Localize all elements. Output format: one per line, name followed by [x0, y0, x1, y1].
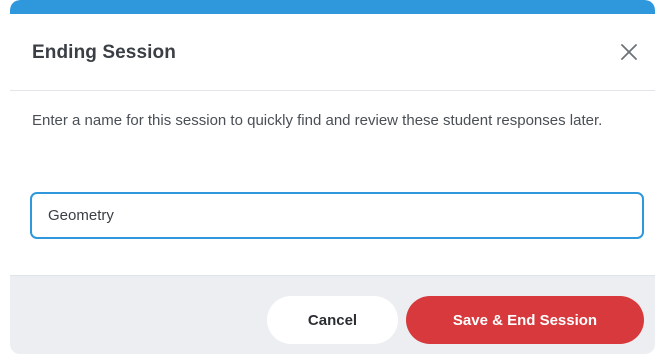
dialog-body: Enter a name for this session to quickly… [10, 91, 655, 275]
close-button[interactable] [617, 40, 641, 64]
dialog-description: Enter a name for this session to quickly… [32, 112, 603, 129]
cancel-button[interactable]: Cancel [267, 296, 398, 344]
dialog-title: Ending Session [32, 42, 176, 63]
dialog-header: Ending Session [10, 14, 655, 91]
dialog-accent-bar [10, 0, 655, 14]
ending-session-dialog: Ending Session Enter a name for this ses… [10, 0, 655, 354]
close-icon [621, 44, 637, 60]
dialog-footer: Cancel Save & End Session [10, 275, 655, 354]
save-and-end-session-button[interactable]: Save & End Session [406, 296, 644, 344]
session-name-input[interactable] [30, 192, 644, 239]
